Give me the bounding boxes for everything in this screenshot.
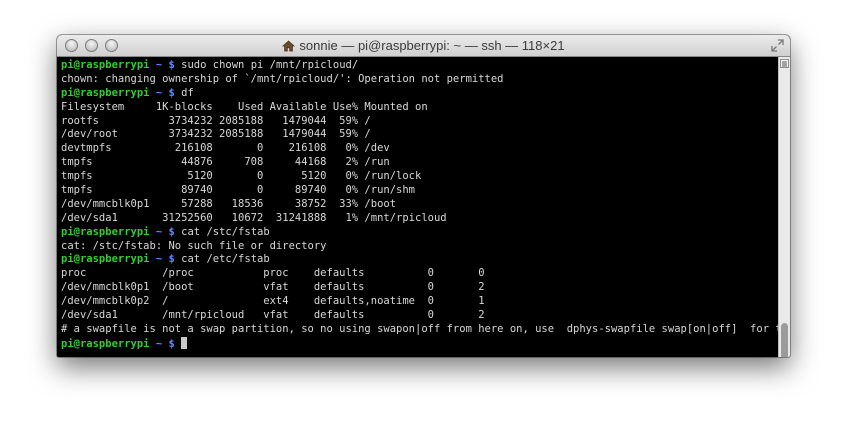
command-text: df: [181, 86, 194, 99]
prompt-symbol: $: [168, 337, 175, 350]
house-icon: [282, 40, 296, 52]
output-line: tmpfs 44876 708 44168 2% /run: [61, 156, 390, 169]
title-bar[interactable]: sonnie — pi@raspberrypi: ~ — ssh — 118×2…: [57, 35, 790, 57]
command-text: cat /etc/fstab: [181, 253, 270, 266]
output-line: tmpfs 89740 0 89740 0% /run/shm: [61, 184, 416, 197]
output-line: devtmpfs 216108 0 216108 0% /dev: [61, 142, 390, 155]
output-line: /dev/sda1 31252560 10672 31241888 1% /mn…: [61, 211, 447, 224]
prompt-user: pi@raspberrypi: [61, 253, 150, 266]
command-text: cat /stc/fstab: [181, 225, 270, 238]
prompt-path: ~: [155, 59, 163, 71]
prompt-user: pi@raspberrypi: [61, 225, 150, 238]
scrollbar-thumb[interactable]: [781, 323, 788, 357]
output-line: cat: /stc/fstab: No such file or directo…: [61, 239, 327, 252]
output-line: /dev/mmcblk0p1 /boot vfat defaults 0 2: [61, 281, 485, 294]
prompt-symbol: $: [168, 225, 175, 238]
prompt-symbol: $: [168, 59, 175, 71]
window-title: sonnie — pi@raspberrypi: ~ — ssh — 118×2…: [299, 38, 565, 53]
output-line: proc /proc proc defaults 0 0: [61, 267, 485, 280]
prompt-symbol: $: [168, 86, 175, 99]
output-line: Filesystem 1K-blocks Used Available Use%…: [61, 100, 428, 113]
prompt-user: pi@raspberrypi: [61, 59, 150, 71]
prompt-line: pi@raspberrypi ~ $ sudo chown pi /mnt/rp…: [61, 59, 778, 73]
prompt-path: ~: [155, 225, 163, 238]
text-cursor: [181, 336, 188, 349]
scroll-menu-icon[interactable]: [780, 59, 789, 68]
prompt-symbol: $: [168, 253, 175, 266]
prompt-line: pi@raspberrypi ~ $: [61, 336, 778, 351]
prompt-line: pi@raspberrypi ~ $ df: [61, 87, 778, 101]
output-line: /dev/mmcblk0p1 57288 18536 38752 33% /bo…: [61, 197, 397, 210]
output-line: tmpfs 5120 0 5120 0% /run/lock: [61, 170, 422, 183]
prompt-user: pi@raspberrypi: [61, 86, 150, 99]
prompt-path: ~: [155, 86, 163, 99]
prompt-path: ~: [155, 253, 163, 266]
prompt-line: pi@raspberrypi ~ $ cat /etc/fstab: [61, 253, 778, 267]
fullscreen-icon[interactable]: [771, 39, 784, 52]
output-line: chown: changing ownership of `/mnt/rpicl…: [61, 72, 504, 85]
terminal-window: sonnie — pi@raspberrypi: ~ — ssh — 118×2…: [57, 35, 790, 357]
window-title-container: sonnie — pi@raspberrypi: ~ — ssh — 118×2…: [57, 38, 790, 53]
terminal-output[interactable]: pi@raspberrypi ~ $ sudo chown pi /mnt/rp…: [57, 57, 778, 357]
output-line: /dev/sda1 /mnt/rpicloud vfat defaults 0 …: [61, 309, 485, 322]
scrollbar[interactable]: [778, 57, 790, 357]
output-line: # a swapfile is not a swap partition, so…: [61, 322, 778, 335]
command-text: sudo chown pi /mnt/rpicloud/: [181, 59, 359, 71]
prompt-line: pi@raspberrypi ~ $ cat /stc/fstab: [61, 226, 778, 240]
prompt-path: ~: [155, 337, 163, 350]
prompt-user: pi@raspberrypi: [61, 337, 150, 350]
output-line: /dev/mmcblk0p2 / ext4 defaults,noatime 0…: [61, 295, 485, 308]
output-line: rootfs 3734232 2085188 1479044 59% /: [61, 114, 371, 127]
output-line: /dev/root 3734232 2085188 1479044 59% /: [61, 128, 371, 141]
